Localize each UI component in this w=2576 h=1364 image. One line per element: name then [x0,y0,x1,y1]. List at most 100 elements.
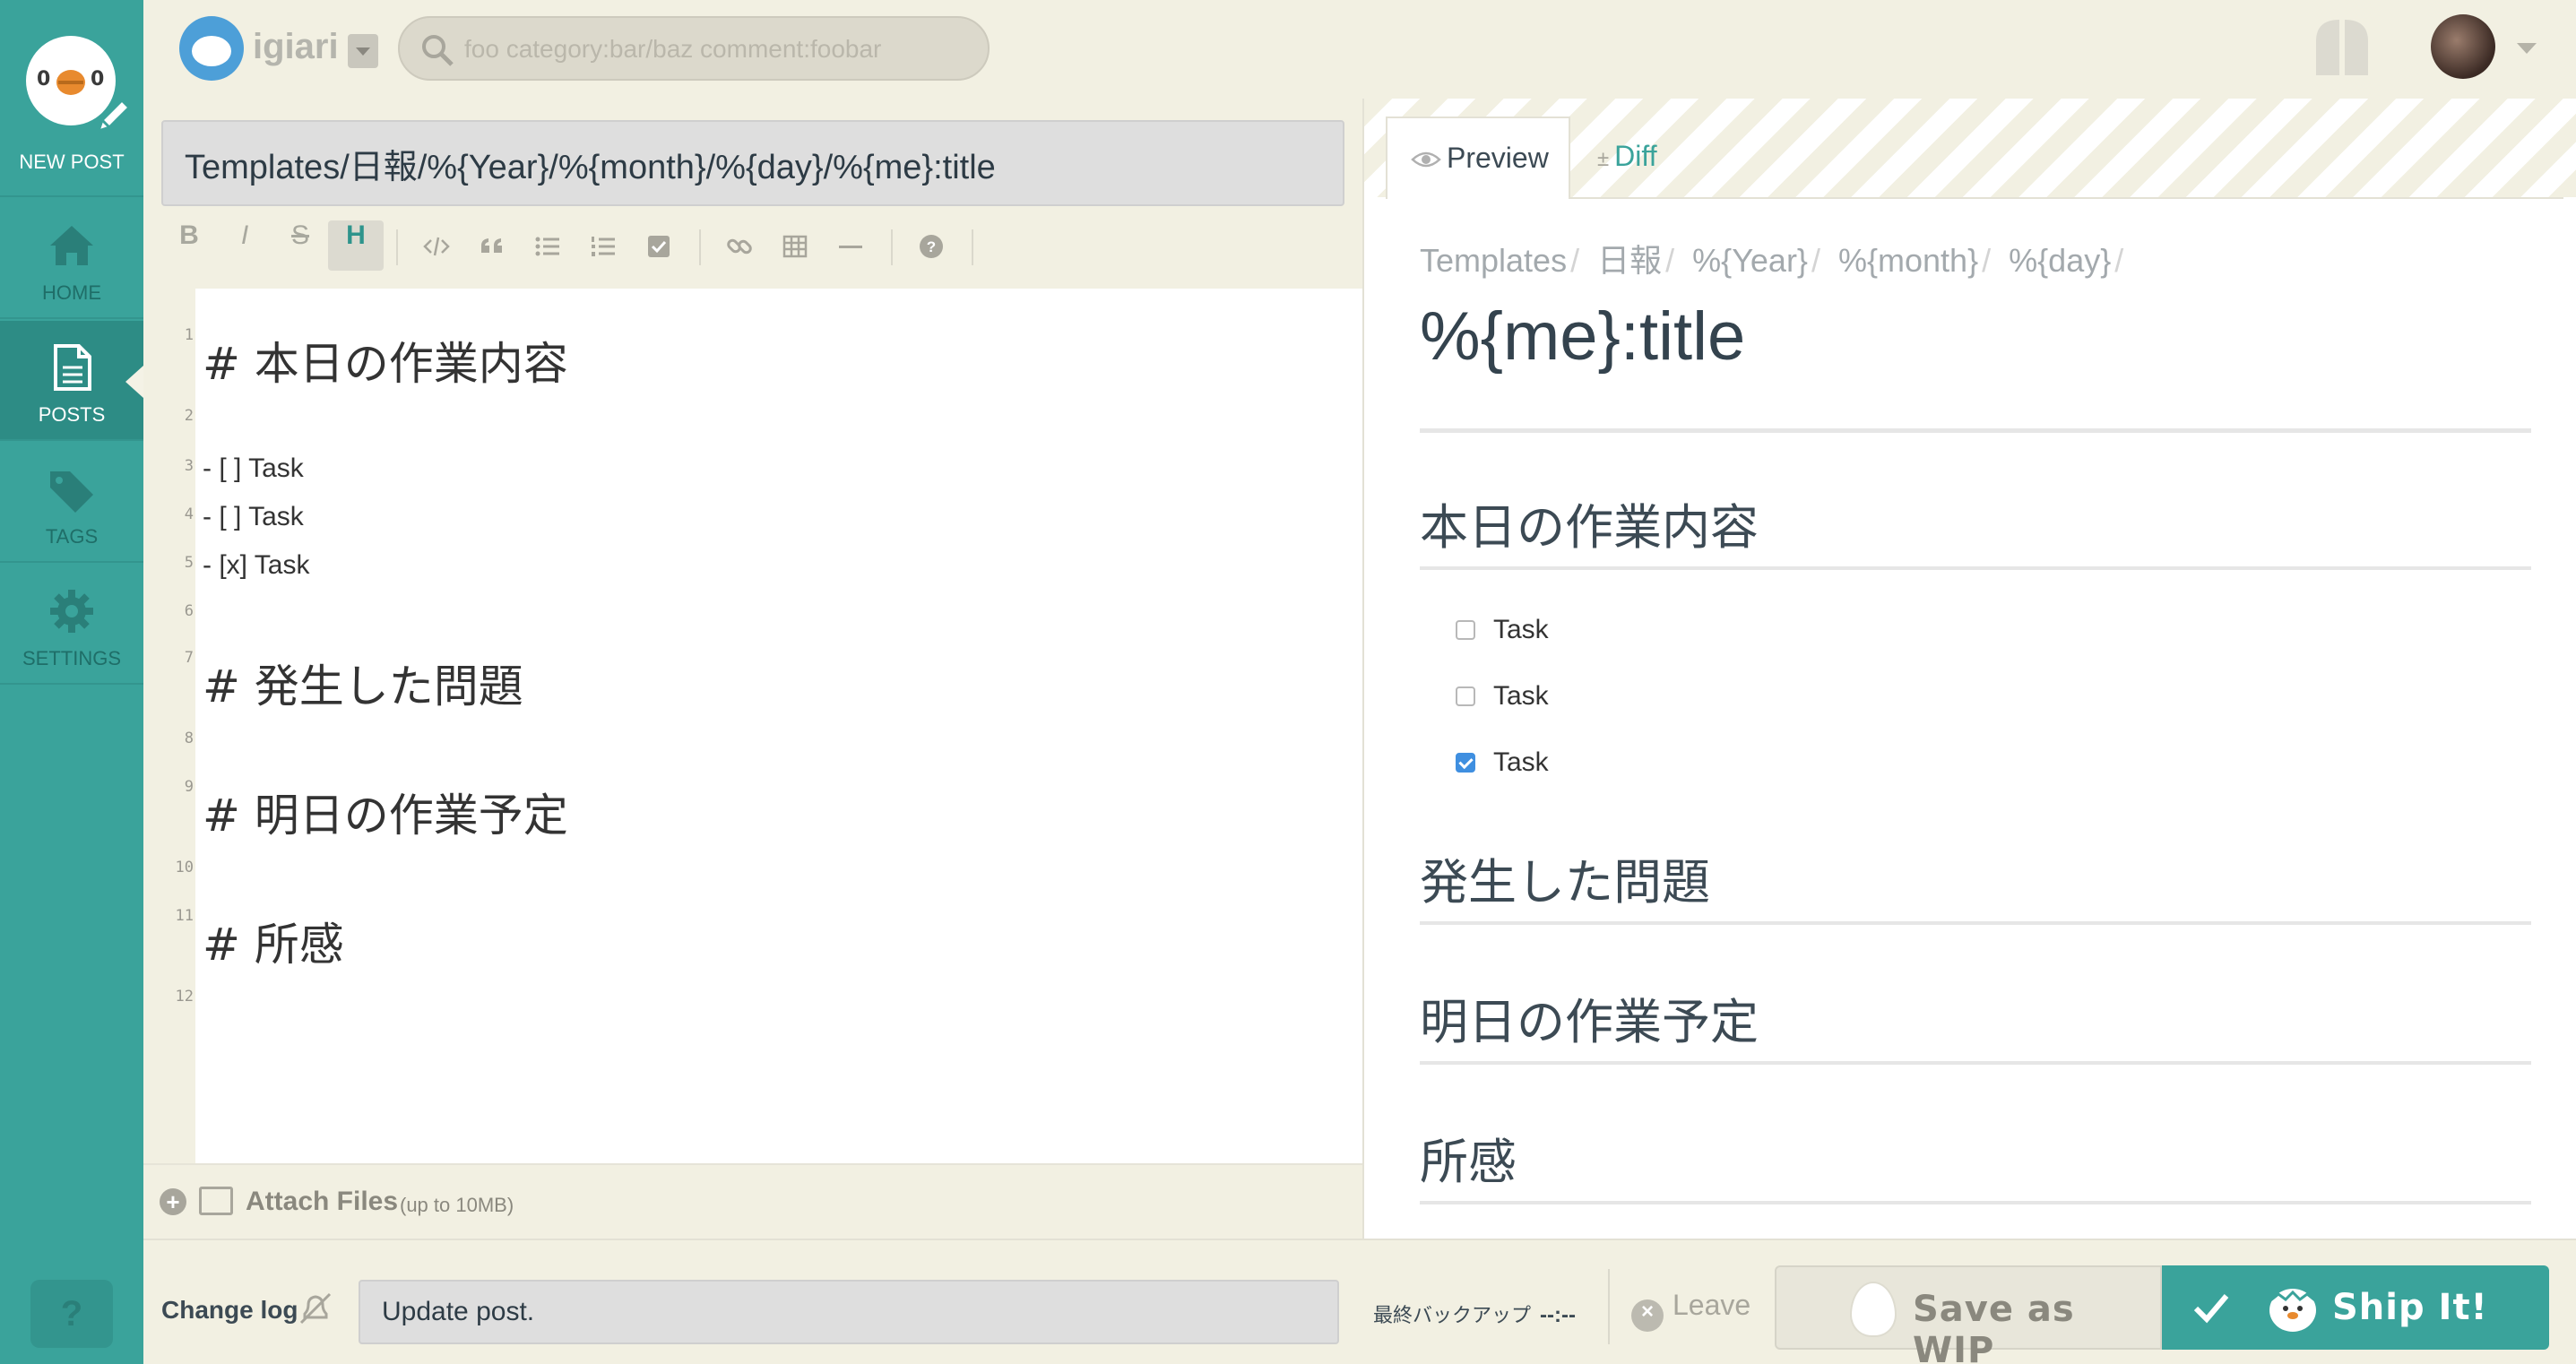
home-icon [50,226,93,265]
quote-icon [481,238,502,253]
link-button[interactable] [712,220,767,271]
image-icon [199,1187,233,1215]
team-dropdown-icon[interactable] [348,34,378,68]
horizontal-rule-button[interactable] [823,220,878,271]
plus-icon: + [160,1188,186,1215]
breadcrumb-item[interactable]: %{month} [1838,242,1978,279]
help-icon: ? [920,235,943,258]
task-label: Task [1493,615,1549,644]
eye-icon [1411,151,1441,168]
code-line: - [x] Task [203,550,310,580]
tab-preview[interactable]: Preview [1386,117,1570,199]
sidebar-item-tags[interactable]: TAGS [0,443,143,563]
team-logo[interactable] [179,16,244,81]
check-icon [2193,1294,2229,1324]
tab-diff[interactable]: ± Diff [1597,140,1657,173]
task-checkbox[interactable] [1456,620,1475,640]
breadcrumb: Templates / 日報 / %{Year} / %{month} / %{day}… [1420,242,2124,279]
egg-icon [1850,1282,1897,1337]
line-number: 3 [184,457,194,475]
new-post-label: NEW POST [19,151,125,173]
bullet-list-button[interactable] [520,220,575,271]
sidebar-item-settings[interactable]: SETTINGS [0,565,143,685]
last-backup-time: --:-- [1540,1303,1576,1327]
line-number: 8 [184,729,194,747]
save-as-wip-label: Save as WIP [1913,1289,2075,1364]
divider [1420,428,2531,433]
tab-diff-label: Diff [1614,140,1657,172]
change-log-input[interactable] [359,1280,1339,1344]
code-line: # 明日の作業予定 [203,790,568,842]
divider [1420,1201,2531,1204]
gear-icon [50,590,93,633]
horizontal-rule-icon [839,246,862,248]
new-post-button[interactable]: 0 0 NEW POST [0,0,143,197]
preview-heading: 所感 [1420,1134,1517,1190]
notification-off-icon[interactable] [298,1291,333,1326]
preview-title: %{me}:title [1420,298,1746,375]
divider [1608,1269,1610,1344]
plus-minus-icon: ± [1597,147,1610,171]
task-checkbox[interactable] [1456,686,1475,706]
attach-files-label: Attach Files [246,1187,399,1216]
bird-mascot-icon [2269,1289,2317,1332]
code-icon [423,237,450,256]
table-button[interactable] [767,220,823,271]
task-list-button[interactable] [631,220,687,271]
user-menu-chevron-down-icon[interactable] [2517,43,2537,54]
post-title-input[interactable] [161,120,1344,206]
numbered-list-button[interactable] [575,220,631,271]
sidebar-item-posts[interactable]: POSTS [0,321,143,441]
tags-icon [50,471,93,513]
italic-button[interactable]: I [217,220,272,271]
preview-heading: 本日の作業内容 [1420,499,1759,556]
breadcrumb-item[interactable]: %{Year} [1692,242,1808,279]
user-avatar[interactable] [2431,14,2495,79]
toolbar-divider [396,229,398,265]
code-line: - [ ] Task [203,453,304,483]
search-box [398,16,990,81]
breadcrumb-item[interactable]: Templates [1420,242,1567,279]
sidebar-item-label: HOME [42,281,101,304]
preview-heading: 発生した問題 [1420,854,1710,911]
quote-button[interactable] [464,220,520,271]
heading-button[interactable]: H [328,220,384,271]
line-number: 11 [175,907,194,925]
markdown-help-button[interactable]: ? [903,220,959,271]
save-as-wip-button[interactable]: Save as WIP [1775,1265,2162,1364]
code-line: # 本日の作業内容 [203,338,568,390]
code-line: # 発生した問題 [203,660,523,712]
bold-button[interactable]: B [161,220,217,271]
code-line: - [ ] Task [203,502,304,531]
breadcrumb-item[interactable]: 日報 [1597,242,1662,279]
divider [1420,566,2531,570]
breadcrumb-item[interactable]: %{day} [2009,242,2111,279]
notifications-icon[interactable] [2312,16,2372,77]
pencil-icon [96,98,132,134]
link-icon [727,238,752,255]
leave-button[interactable]: × Leave [1631,1289,1750,1332]
ship-it-button[interactable]: Ship It! [2162,1265,2549,1350]
search-icon [422,35,454,66]
task-label: Task [1493,681,1549,711]
line-number: 6 [184,602,194,620]
code-button[interactable] [409,220,464,271]
help-button[interactable]: ? [30,1280,113,1348]
search-input[interactable] [464,30,966,68]
last-backup-label: 最終バックアップ [1373,1305,1532,1327]
sidebar-item-label: SETTINGS [22,647,121,669]
ship-it-label: Ship It! [2332,1287,2488,1328]
preview-heading: 明日の作業予定 [1420,994,1759,1050]
sidebar-item-home[interactable]: HOME [0,199,143,319]
sidebar-item-label: TAGS [45,525,99,548]
tab-underline [1569,197,2563,199]
task-checkbox-checked[interactable] [1456,753,1475,773]
strikethrough-button[interactable]: S [272,220,328,271]
line-number: 2 [184,407,194,425]
divider [1420,1061,2531,1065]
sidebar-item-label: POSTS [38,403,106,426]
svg-text:?: ? [927,238,936,255]
attach-files-bar[interactable]: + Attach Files (up to 10MB) [143,1163,1362,1239]
team-name[interactable]: igiari [253,27,339,67]
line-number: 9 [184,778,194,796]
